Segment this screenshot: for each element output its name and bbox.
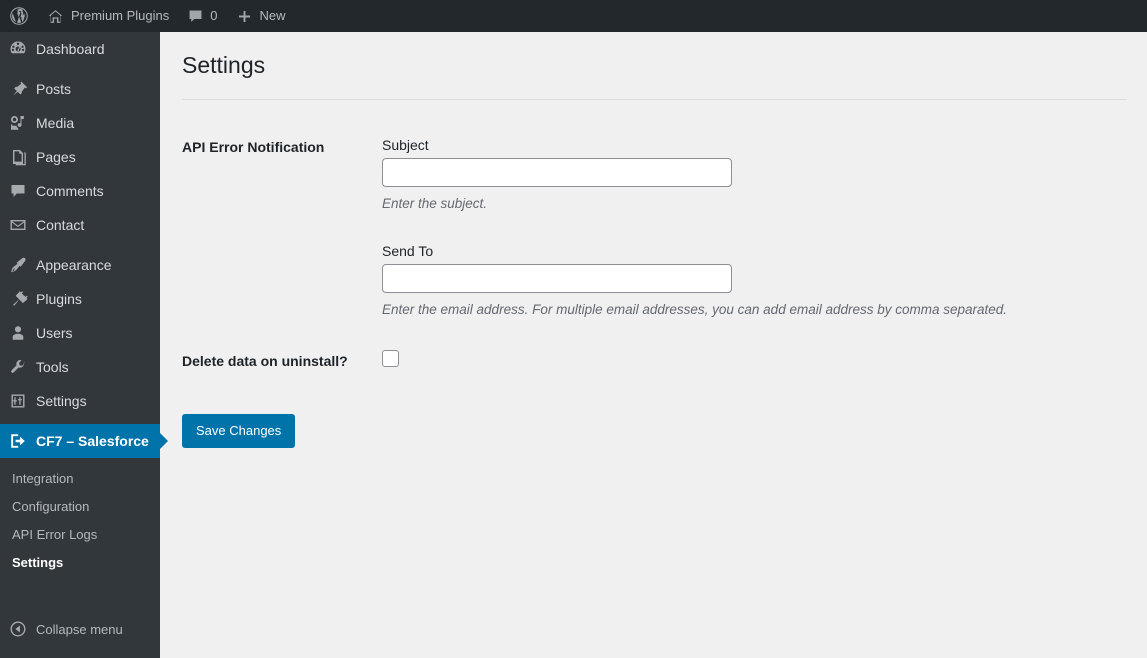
user-icon	[0, 323, 36, 343]
admin-menu-list: Dashboard Posts Media Pages Comments Con…	[0, 32, 168, 585]
new-content-label: New	[259, 8, 286, 23]
page-title: Settings	[182, 52, 266, 78]
send-to-label: Send To	[382, 242, 434, 259]
settings-page-wrap: Settings API Error Notification Subject …	[160, 32, 1147, 449]
sidebar-item-users[interactable]: Users	[0, 316, 160, 350]
sidebar-item-cf7-salesforce[interactable]: CF7 – Salesforce	[0, 424, 168, 458]
page-icon	[0, 147, 36, 167]
admin-bar: Premium Plugins 0 New	[0, 0, 1147, 32]
content-area: Settings API Error Notification Subject …	[160, 32, 1147, 658]
sidebar-item-settings[interactable]: Settings	[0, 384, 160, 418]
settings-form-table: API Error Notification Subject Enter the…	[182, 126, 1127, 390]
sidebar-item-comments[interactable]: Comments	[0, 174, 160, 208]
sidebar-item-media[interactable]: Media	[0, 106, 160, 140]
settings-sliders-icon	[0, 391, 36, 411]
sidebar-item-contact[interactable]: Contact	[0, 208, 160, 242]
sidebar-item-tools[interactable]: Tools	[0, 350, 160, 384]
comment-bubble-icon	[187, 8, 204, 25]
send-to-description: Enter the email address. For multiple em…	[382, 302, 1008, 318]
dashboard-icon	[0, 39, 36, 59]
comments-count: 0	[210, 8, 218, 23]
sidebar-item-label: Contact	[36, 217, 85, 233]
form-row-api-error-notification: API Error Notification Subject Enter the…	[182, 126, 1127, 340]
plug-icon	[0, 289, 36, 309]
sidebar-item-label: CF7 – Salesforce	[36, 433, 149, 449]
paintbrush-icon	[0, 255, 36, 275]
sidebar-item-label: Pages	[36, 149, 76, 165]
sidebar-item-pages[interactable]: Pages	[0, 140, 160, 174]
section-label-delete-data-on-uninstall: Delete data on uninstall?	[182, 353, 348, 370]
wordpress-logo-icon	[9, 6, 29, 26]
section-fields-api-error-notification: Subject Enter the subject. Send To Enter…	[382, 126, 1127, 340]
collapse-menu-label: Collapse menu	[36, 621, 123, 637]
comments-menu[interactable]: 0	[178, 0, 226, 32]
collapse-left-arrow-icon	[0, 619, 36, 639]
submenu-item-configuration[interactable]: Configuration	[0, 493, 160, 521]
sidebar-item-label: Comments	[36, 183, 104, 199]
comment-bubble-icon	[0, 181, 36, 201]
delete-data-on-uninstall-checkbox[interactable]	[382, 350, 399, 368]
sidebar-item-label: Settings	[36, 393, 87, 409]
sidebar-item-label: Users	[36, 325, 73, 341]
site-name-menu[interactable]: Premium Plugins	[38, 0, 178, 32]
sidebar-item-appearance[interactable]: Appearance	[0, 248, 160, 282]
home-icon	[47, 8, 64, 25]
subject-description: Enter the subject.	[382, 196, 488, 212]
sidebar-item-posts[interactable]: Posts	[0, 72, 160, 106]
section-label-api-error-notification: API Error Notification	[182, 138, 325, 155]
collapse-menu-button[interactable]: Collapse menu	[0, 612, 160, 646]
subject-label: Subject	[382, 136, 429, 153]
form-row-delete-data-on-uninstall: Delete data on uninstall?	[182, 340, 1127, 390]
sidebar-item-label: Posts	[36, 81, 72, 97]
submenu-item-integration[interactable]: Integration	[0, 465, 160, 493]
media-icon	[0, 113, 36, 133]
submenu-item-settings[interactable]: Settings	[0, 549, 160, 577]
exit-arrow-icon	[0, 431, 36, 451]
wrench-icon	[0, 357, 36, 377]
sidebar-item-label: Dashboard	[36, 41, 105, 57]
sidebar-item-plugins[interactable]: Plugins	[0, 282, 160, 316]
site-name-label: Premium Plugins	[71, 8, 170, 23]
wordpress-logo-menu[interactable]	[0, 0, 38, 32]
submenu-list: Integration Configuration API Error Logs…	[0, 458, 160, 585]
sidebar-submenu-cf7-salesforce: Integration Configuration API Error Logs…	[0, 458, 160, 585]
sidebar-item-label: Plugins	[36, 291, 82, 307]
sidebar-item-label: Appearance	[36, 257, 112, 273]
settings-form: API Error Notification Subject Enter the…	[182, 126, 1127, 449]
sidebar-item-label: Media	[36, 115, 75, 131]
section-field-delete-data-on-uninstall	[382, 340, 1127, 390]
sidebar-item-dashboard[interactable]: Dashboard	[0, 32, 160, 66]
field-subject: Subject Enter the subject.	[382, 136, 1117, 214]
sidebar-item-label: Tools	[36, 359, 69, 375]
send-to-input[interactable]	[382, 264, 732, 294]
submit-row: Save Changes	[182, 406, 1127, 449]
plus-icon	[236, 8, 253, 25]
save-changes-button[interactable]: Save Changes	[182, 414, 296, 449]
subject-input[interactable]	[382, 158, 732, 188]
pin-icon	[0, 79, 36, 99]
new-content-menu[interactable]: New	[227, 0, 295, 32]
submenu-item-api-error-logs[interactable]: API Error Logs	[0, 521, 160, 549]
envelope-icon	[0, 215, 36, 235]
field-send-to: Send To Enter the email address. For mul…	[382, 242, 1117, 320]
admin-sidebar: Dashboard Posts Media Pages Comments Con…	[0, 32, 168, 658]
title-divider	[182, 98, 1127, 100]
